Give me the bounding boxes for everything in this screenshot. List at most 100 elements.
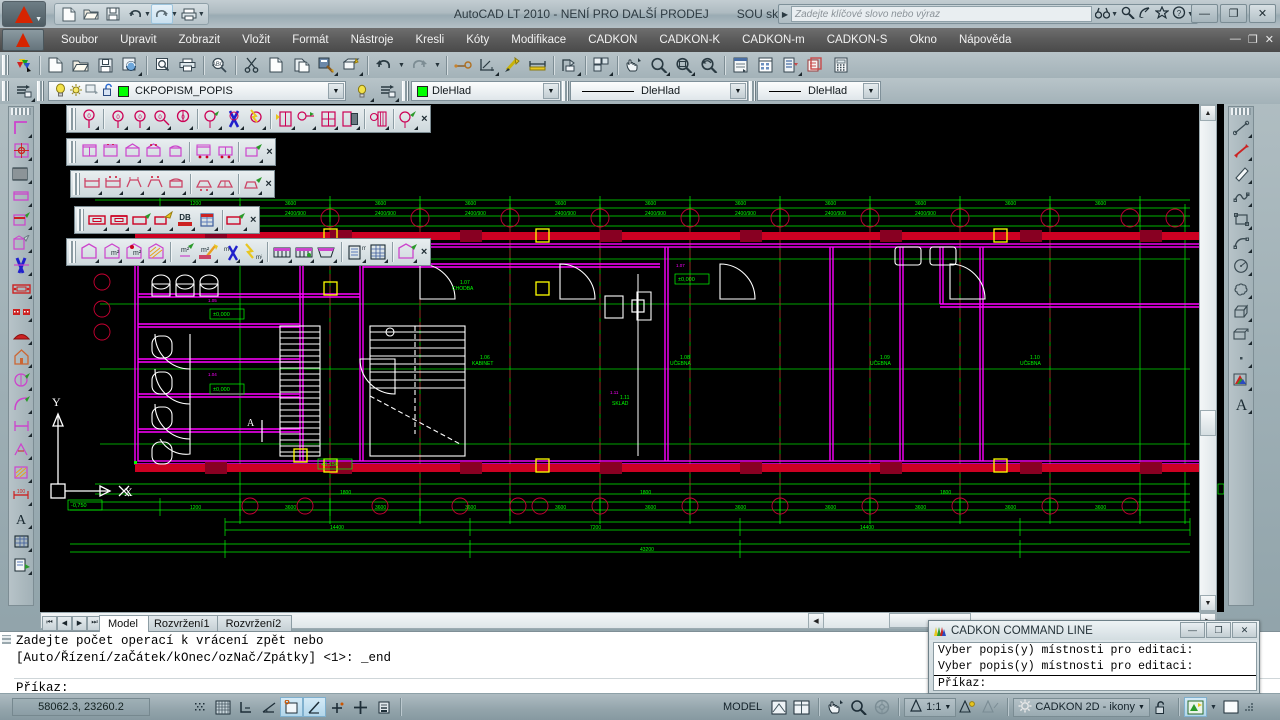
toolbar-grip[interactable] bbox=[11, 108, 31, 115]
door-type-4-icon[interactable] bbox=[145, 172, 166, 196]
dimension-icon[interactable] bbox=[525, 54, 550, 77]
lightbulb-on-icon[interactable] bbox=[52, 83, 68, 100]
toolbar-grip[interactable] bbox=[69, 141, 76, 163]
dyn-toggle[interactable] bbox=[349, 697, 372, 717]
lineweight-toggle[interactable] bbox=[372, 697, 395, 717]
window-edit-icon[interactable] bbox=[242, 140, 264, 164]
toolbar-grip[interactable] bbox=[2, 55, 9, 75]
window-plan-icon[interactable] bbox=[9, 185, 33, 208]
window-grid-icon[interactable] bbox=[368, 107, 390, 131]
maximize-button[interactable]: ❐ bbox=[1220, 4, 1247, 23]
cut-icon[interactable] bbox=[239, 54, 264, 77]
menu-upravit[interactable]: Upravit bbox=[109, 31, 167, 49]
hardware-acceleration-icon[interactable] bbox=[1183, 697, 1207, 717]
door-insert-2-icon[interactable] bbox=[214, 172, 235, 196]
opening-table-icon[interactable] bbox=[196, 208, 218, 232]
tab-rozvrzeni1[interactable]: Rozvržení1 bbox=[144, 615, 221, 632]
opening-paint-icon[interactable] bbox=[152, 208, 174, 232]
zoom-realtime-icon[interactable] bbox=[646, 54, 671, 77]
roof-icon[interactable] bbox=[9, 323, 33, 346]
zoom-window-icon[interactable] bbox=[671, 54, 696, 77]
polyline-icon[interactable] bbox=[1229, 162, 1253, 185]
close-icon[interactable]: × bbox=[248, 214, 259, 226]
save-icon[interactable] bbox=[93, 54, 118, 77]
menu-cadkon-k[interactable]: CADKON-K bbox=[648, 31, 731, 49]
stairs-icon[interactable] bbox=[9, 254, 33, 277]
spell-check-icon[interactable]: ABC bbox=[207, 54, 232, 77]
open-icon[interactable] bbox=[68, 54, 93, 77]
door-type-1-icon[interactable] bbox=[82, 172, 103, 196]
section-icon[interactable] bbox=[9, 415, 33, 438]
menu-zobrazit[interactable]: Zobrazit bbox=[168, 31, 232, 49]
arc-wall-icon[interactable] bbox=[9, 392, 33, 415]
sheet-set-manager-icon[interactable] bbox=[803, 54, 828, 77]
menu-application-button[interactable] bbox=[2, 29, 44, 51]
menu-koty[interactable]: Kóty bbox=[455, 31, 500, 49]
layer-combo[interactable]: CKPOPISM_POPIS ▼ bbox=[48, 81, 346, 101]
undo-icon[interactable] bbox=[124, 4, 146, 24]
lineweight-combo-arrow[interactable]: ▼ bbox=[863, 83, 879, 99]
tab-model[interactable]: Model bbox=[99, 615, 149, 632]
dimension-tool-icon[interactable]: 100 bbox=[9, 484, 33, 507]
layer-properties-manager-icon[interactable] bbox=[11, 80, 36, 103]
doc-restore-button[interactable]: ❐ bbox=[1248, 33, 1258, 46]
room-table-2-icon[interactable] bbox=[293, 240, 315, 264]
export-icon[interactable] bbox=[9, 553, 33, 576]
close-icon[interactable]: × bbox=[263, 178, 274, 190]
window-single-icon[interactable] bbox=[274, 107, 296, 131]
window-type-5-icon[interactable] bbox=[164, 140, 186, 164]
room-table-1-icon[interactable] bbox=[271, 240, 293, 264]
opening-edit-icon[interactable] bbox=[130, 208, 152, 232]
spline-icon[interactable] bbox=[1229, 185, 1253, 208]
chevron-down-icon[interactable]: ▼ bbox=[1138, 704, 1145, 711]
elevation-icon[interactable] bbox=[9, 438, 33, 461]
plot-preview-icon[interactable] bbox=[118, 54, 143, 77]
menu-napoveda[interactable]: Nápověda bbox=[948, 31, 1022, 49]
door-edit-icon[interactable] bbox=[242, 172, 263, 196]
gradient-icon[interactable] bbox=[1229, 369, 1253, 392]
door-type-5-icon[interactable] bbox=[166, 172, 187, 196]
toolbar-grip[interactable] bbox=[402, 81, 409, 101]
layer-combo-arrow[interactable]: ▼ bbox=[328, 83, 344, 99]
toolbar-grip[interactable] bbox=[37, 81, 44, 101]
pan-realtime-icon[interactable] bbox=[621, 54, 646, 77]
opening-type-1-icon[interactable] bbox=[86, 208, 108, 232]
osnap-toggle[interactable] bbox=[280, 697, 303, 717]
label-icon[interactable] bbox=[9, 277, 33, 300]
first-layout-button[interactable]: ⏮ bbox=[42, 615, 57, 631]
qnew-icon[interactable] bbox=[43, 54, 68, 77]
save-icon[interactable] bbox=[102, 4, 124, 24]
detail-icon[interactable] bbox=[9, 369, 33, 392]
coordinates-display[interactable]: 58062.3, 23260.2 bbox=[12, 698, 150, 716]
toolbar-grip[interactable] bbox=[1231, 108, 1251, 115]
window-edit-pencil-icon[interactable] bbox=[397, 107, 419, 131]
pan-icon[interactable] bbox=[824, 697, 847, 717]
room-report-icon[interactable]: m² bbox=[344, 240, 366, 264]
sun-thaw-icon[interactable] bbox=[68, 83, 84, 100]
clean-screen-icon[interactable] bbox=[1220, 697, 1243, 717]
space-label[interactable]: MODEL bbox=[718, 701, 767, 713]
menu-format[interactable]: Formát bbox=[281, 31, 339, 49]
toolbar-grip[interactable] bbox=[562, 81, 569, 101]
opening-edit-2-icon[interactable] bbox=[225, 208, 247, 232]
toolbar-grip[interactable] bbox=[69, 108, 76, 130]
communication-center-icon[interactable] bbox=[1121, 6, 1135, 22]
calculator-icon[interactable] bbox=[828, 54, 853, 77]
menu-soubor[interactable]: Soubor bbox=[50, 31, 109, 49]
toolbar-grip[interactable] bbox=[69, 241, 77, 263]
wall-hatch-icon[interactable] bbox=[9, 162, 33, 185]
customize-qat-icon[interactable]: ▼ bbox=[198, 11, 205, 18]
status-dropdown-icon[interactable]: ▼ bbox=[1207, 697, 1220, 717]
design-center-icon[interactable] bbox=[753, 54, 778, 77]
measure-distance-icon[interactable] bbox=[475, 54, 500, 77]
cadkon-window-titlebar[interactable]: CADKON COMMAND LINE — ❐ ✕ bbox=[929, 621, 1259, 640]
help-icon[interactable]: ? bbox=[1172, 6, 1186, 22]
wall-flash-icon[interactable] bbox=[245, 107, 267, 131]
zoom-previous-icon[interactable] bbox=[696, 54, 721, 77]
plot-icon[interactable] bbox=[175, 54, 200, 77]
search-dropdown-icon[interactable]: ▼ bbox=[1111, 11, 1118, 18]
room-flash-icon[interactable]: m² bbox=[241, 240, 263, 264]
hatch-tool-icon[interactable] bbox=[9, 461, 33, 484]
undo-icon[interactable] bbox=[371, 54, 396, 77]
point-icon[interactable] bbox=[1229, 346, 1253, 369]
